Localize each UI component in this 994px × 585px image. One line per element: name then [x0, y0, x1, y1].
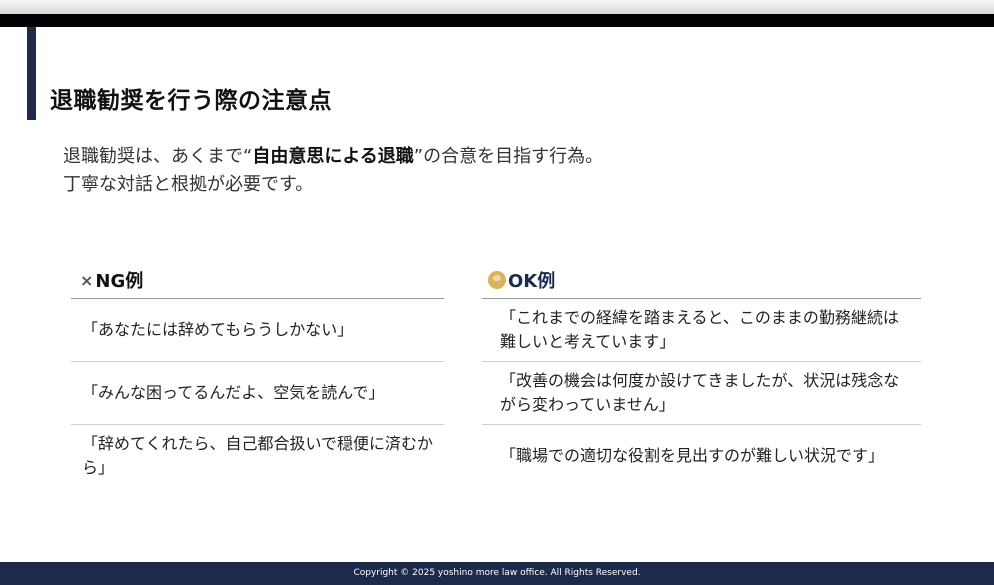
- slide: 退職勧奨を行う際の注意点 退職勧奨は、あくまで“自由意思による退職”の合意を目指…: [0, 0, 994, 585]
- ng-examples-column: × NG例 「あなたには辞めてもらうしかない」 「みんな困ってるんだよ、空気を読…: [71, 262, 444, 487]
- ng-example-text: 「あなたには辞めてもらうしかない」: [82, 320, 354, 339]
- ng-heading-label: NG例: [95, 271, 144, 292]
- ok-example-text: 「改善の機会は何度か設けてきましたが、状況は残念ながら変わっていません」: [500, 371, 900, 414]
- top-gradient-band: [0, 0, 994, 14]
- ng-heading: × NG例: [71, 262, 444, 299]
- ok-example-row: 「職場での適切な役割を見出すのが難しい状況です」: [482, 425, 921, 487]
- ok-examples-column: OK例 「これまでの経緯を踏まえると、このままの勤務継続は難しいと考えています」…: [482, 262, 921, 487]
- ng-example-text: 「辞めてくれたら、自己都合扱いで穏便に済むから」: [82, 434, 434, 477]
- page-title: 退職勧奨を行う際の注意点: [50, 88, 332, 114]
- intro-prefix: 退職勧奨は、あくまで“: [63, 146, 253, 167]
- copyright-footer: Copyright © 2025 yoshino more law office…: [0, 562, 994, 585]
- intro-line-1: 退職勧奨は、あくまで“自由意思による退職”の合意を目指す行為。: [63, 143, 603, 171]
- intro-line-2: 丁寧な対話と根拠が必要です。: [63, 174, 314, 195]
- ok-heading: OK例: [482, 262, 921, 299]
- ok-heading-label: OK例: [508, 271, 556, 292]
- ok-example-row: 「改善の機会は何度か設けてきましたが、状況は残念ながら変わっていません」: [482, 362, 921, 425]
- ng-example-row: 「みんな困ってるんだよ、空気を読んで」: [71, 362, 444, 425]
- intro-text: 退職勧奨は、あくまで“自由意思による退職”の合意を目指す行為。 丁寧な対話と根拠…: [63, 143, 603, 199]
- ok-example-text: 「これまでの経緯を踏まえると、このままの勤務継続は難しいと考えています」: [500, 308, 899, 351]
- intro-emphasis: 自由意思による退職: [252, 146, 414, 167]
- ok-example-text: 「職場での適切な役割を見出すのが難しい状況です」: [500, 446, 885, 465]
- ng-example-row: 「辞めてくれたら、自己都合扱いで穏便に済むから」: [71, 425, 444, 487]
- cross-icon: ×: [80, 270, 94, 290]
- ok-example-row: 「これまでの経緯を踏まえると、このままの勤務継続は難しいと考えています」: [482, 299, 921, 362]
- person-icon: [488, 271, 506, 289]
- intro-suffix: ”の合意を目指す行為。: [413, 146, 604, 167]
- top-black-bar: [0, 14, 994, 27]
- ng-example-row: 「あなたには辞めてもらうしかない」: [71, 299, 444, 362]
- ng-example-text: 「みんな困ってるんだよ、空気を読んで」: [82, 383, 385, 402]
- title-accent-bar: [27, 27, 36, 120]
